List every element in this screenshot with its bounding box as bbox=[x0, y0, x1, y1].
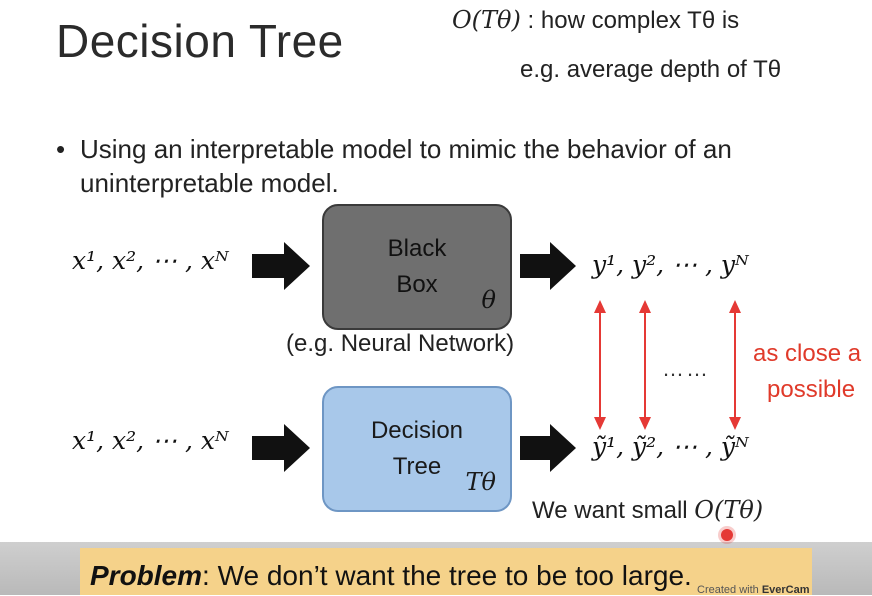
close-line1: as close a bbox=[753, 340, 862, 367]
black-box-line1: Black bbox=[387, 235, 447, 262]
black-box-label: Black Box bbox=[388, 231, 447, 303]
want-small-symbol: O(Tθ) bbox=[694, 496, 764, 524]
black-box-node: Black Box θ bbox=[322, 204, 512, 330]
arrow-blackbox-to-output bbox=[520, 242, 576, 290]
ellipsis-dots: …… bbox=[662, 356, 710, 381]
want-small-text: We want small O(Tθ) bbox=[532, 496, 763, 525]
black-box-caption: (e.g. Neural Network) bbox=[286, 330, 515, 357]
output-list-top: y¹, y², ⋯ , yᴺ bbox=[592, 250, 749, 279]
want-small-label: We want small bbox=[532, 497, 688, 524]
recorder-watermark: Created with EverCam bbox=[697, 584, 810, 596]
red-double-arrow-1 bbox=[594, 300, 606, 430]
red-double-arrow-2 bbox=[639, 300, 651, 430]
output-list-bottom: ỹ¹, ỹ², ⋯ , ỹᴺ bbox=[592, 432, 749, 461]
close-line2: possible bbox=[767, 376, 856, 403]
decision-tree-line2: Tree bbox=[392, 453, 442, 480]
decision-tree-line1: Decision bbox=[370, 417, 464, 444]
as-close-as-possible-text: as close a possible bbox=[753, 336, 861, 408]
arrow-input-to-blackbox bbox=[252, 242, 310, 290]
arrow-tree-to-output bbox=[520, 424, 576, 472]
watermark-prefix: Created with bbox=[697, 584, 759, 596]
watermark-brand: EverCam bbox=[761, 584, 810, 596]
black-box-line2: Box bbox=[396, 271, 438, 298]
problem-label: Problem bbox=[90, 560, 203, 591]
decision-tree-node: Decision Tree Tθ bbox=[322, 386, 512, 512]
arrow-input-to-tree bbox=[252, 424, 310, 472]
decision-tree-label: Decision Tree bbox=[371, 413, 463, 485]
problem-text: : We don’t want the tree to be too large… bbox=[202, 560, 692, 591]
black-box-symbol: θ bbox=[481, 286, 496, 314]
red-double-arrow-3 bbox=[729, 300, 741, 430]
decision-tree-symbol: Tθ bbox=[465, 468, 496, 496]
pointer-cursor-icon bbox=[721, 529, 733, 541]
